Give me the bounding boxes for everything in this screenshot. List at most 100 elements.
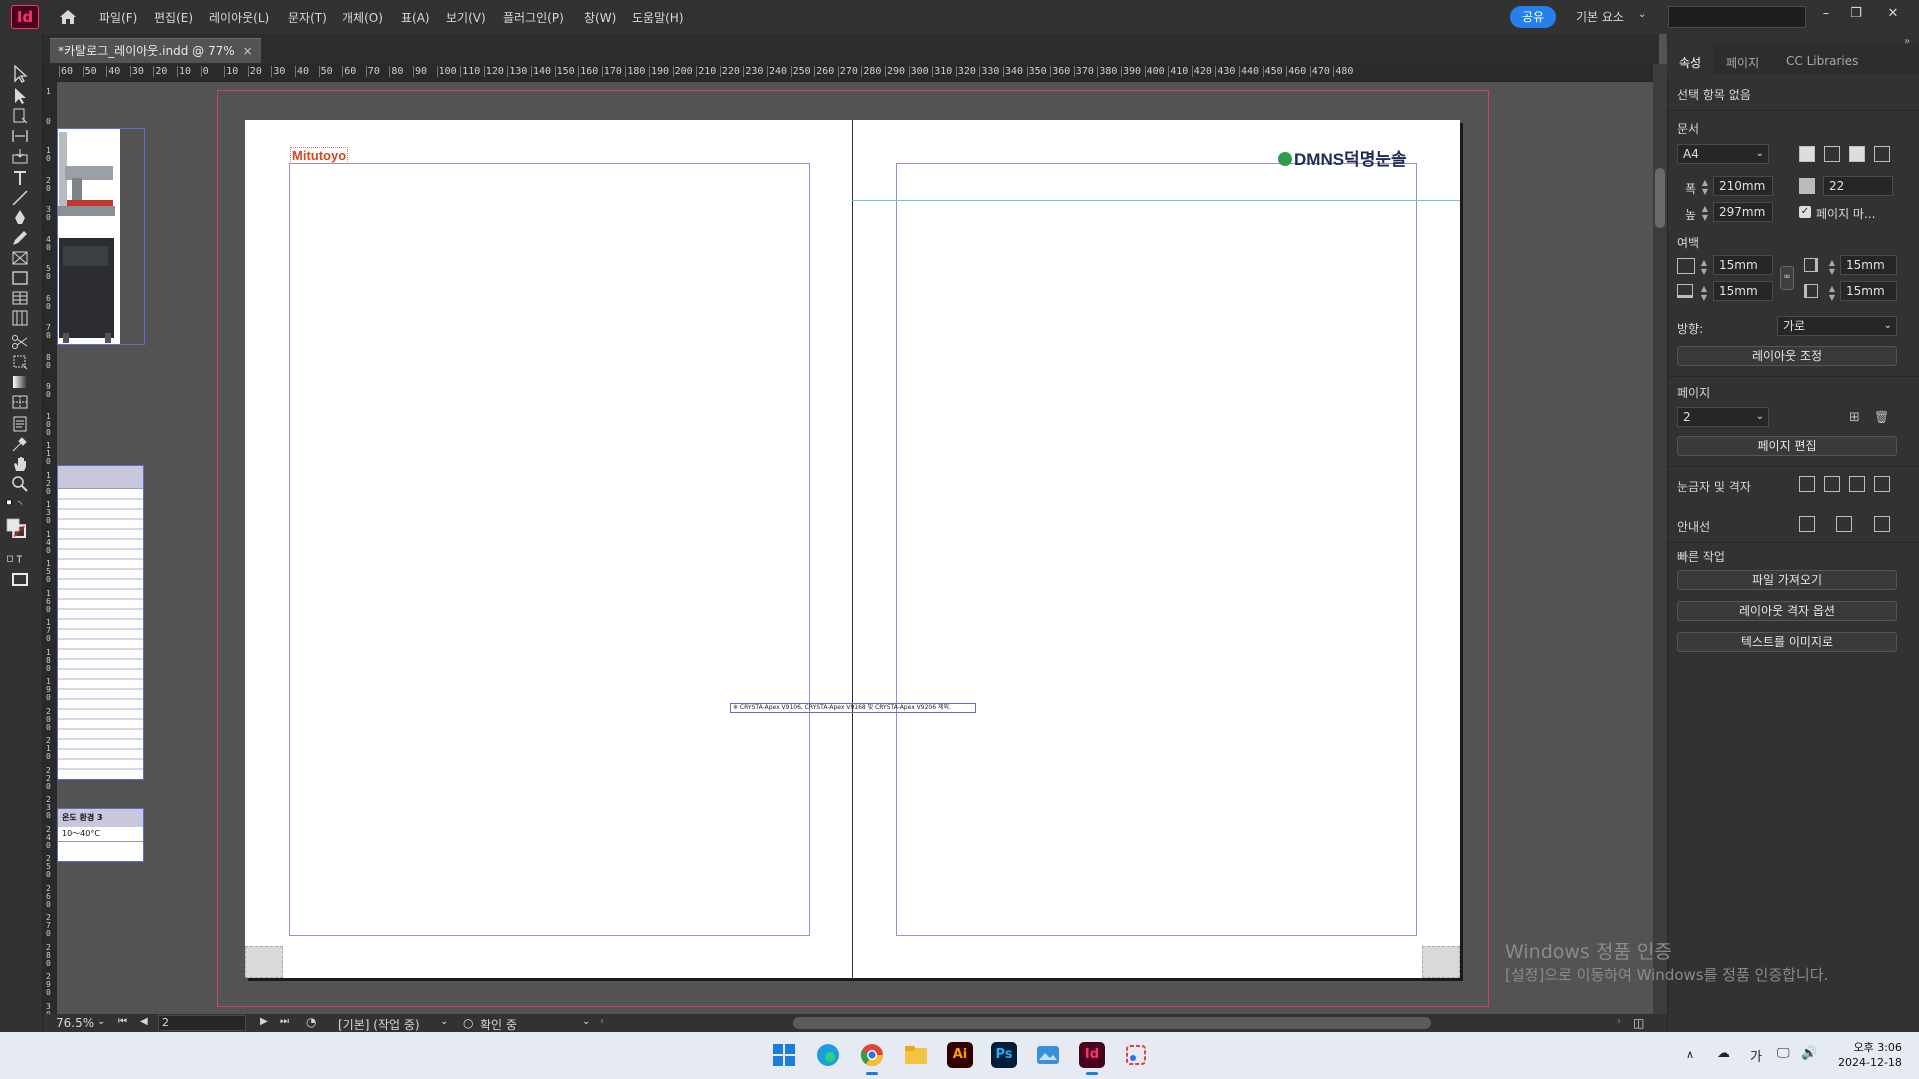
link-margins-icon[interactable]: ∞ bbox=[1780, 266, 1794, 290]
page-tool-icon[interactable] bbox=[10, 106, 32, 126]
home-icon[interactable] bbox=[58, 7, 78, 27]
pencil-tool-icon[interactable] bbox=[10, 228, 32, 248]
scroll-left-icon[interactable]: ‹ bbox=[600, 1016, 604, 1027]
facing-pages-checkbox[interactable]: ✓ bbox=[1799, 206, 1811, 218]
show-guides-icon[interactable] bbox=[1799, 516, 1815, 532]
previous-page-icon[interactable]: ◀ bbox=[140, 1016, 148, 1027]
margin-left-spinner-icon[interactable]: ▲ ▼ bbox=[1827, 284, 1837, 302]
portrait-orientation-icon[interactable] bbox=[1849, 146, 1865, 162]
horizontal-scroll-thumb[interactable] bbox=[793, 1017, 1431, 1029]
placeholder-frame-left[interactable] bbox=[245, 946, 283, 978]
lock-guides-icon[interactable] bbox=[1874, 516, 1890, 532]
ruler-icon[interactable] bbox=[1799, 476, 1815, 492]
menu-table[interactable]: 표(A) bbox=[401, 9, 430, 26]
screen-mode-icon[interactable] bbox=[10, 570, 32, 590]
tab-close-icon[interactable]: × bbox=[243, 44, 253, 58]
preflight-status[interactable]: 확인 중 bbox=[480, 1016, 517, 1033]
horizontal-ruler[interactable]: 60 50 40 30 20 10 0 10 20 30 40 50 60 70 80 90 100 110 120… bbox=[43, 64, 1653, 82]
import-file-button[interactable]: 파일 가져오기 bbox=[1677, 570, 1897, 590]
search-input[interactable] bbox=[1668, 6, 1806, 28]
selection-tool-icon[interactable] bbox=[10, 64, 32, 84]
width-field[interactable]: 210mm bbox=[1713, 176, 1773, 196]
chevron-up-icon[interactable]: ∧ bbox=[1686, 1048, 1694, 1061]
tab-document[interactable]: *카탈로그_레이아웃.indd @ 77% × bbox=[50, 38, 261, 63]
scroll-right-icon[interactable]: › bbox=[1617, 1016, 1621, 1027]
add-page-icon[interactable]: ⊞ bbox=[1849, 410, 1860, 425]
menu-edit[interactable]: 편집(E) bbox=[154, 9, 193, 26]
photoshop-icon[interactable]: Ps bbox=[991, 1042, 1017, 1068]
menu-help[interactable]: 도움말(H) bbox=[632, 9, 684, 26]
close-icon[interactable]: ✕ bbox=[1880, 4, 1906, 24]
open-page-icon[interactable]: ◔ bbox=[306, 1015, 316, 1029]
tab-cc-libraries[interactable]: CC Libraries bbox=[1786, 54, 1858, 68]
gap-tool-icon[interactable] bbox=[10, 126, 32, 146]
menu-window[interactable]: 창(W) bbox=[584, 9, 616, 26]
chevron-down-icon[interactable]: ⌄ bbox=[582, 1016, 590, 1027]
preflight-profile[interactable]: [기본] (작업 중) bbox=[338, 1016, 420, 1033]
trash-icon[interactable]: 🗑 bbox=[1874, 410, 1889, 424]
height-field[interactable]: 297mm bbox=[1713, 202, 1773, 222]
default-colors-icon[interactable] bbox=[6, 496, 36, 516]
page-select[interactable]: 2 ⌄ bbox=[1677, 407, 1769, 427]
last-page-icon[interactable]: ⏭ bbox=[280, 1016, 289, 1027]
temperature-table[interactable]: 온도 환경 3 10～40°C bbox=[57, 808, 144, 862]
scissors-tool-icon[interactable] bbox=[10, 332, 32, 352]
fill-stroke-swatch[interactable] bbox=[6, 518, 30, 542]
tab-properties[interactable]: 속성 bbox=[1679, 54, 1701, 71]
indesign-taskbar-icon[interactable]: Id bbox=[1079, 1042, 1105, 1068]
windows-start-icon[interactable] bbox=[771, 1042, 797, 1068]
margin-top-spinner-icon[interactable]: ▲ ▼ bbox=[1699, 258, 1709, 276]
layout-grid-options-button[interactable]: 레이아웃 격자 옵션 bbox=[1677, 601, 1897, 621]
vertical-ruler[interactable]: 1 0 10 20 30 40 50 60 70 80 90 100 110 120 130 140 150 16… bbox=[43, 82, 57, 1032]
menu-plugins[interactable]: 플러그인(P) bbox=[503, 9, 564, 26]
page-size-select[interactable]: A4 ⌄ bbox=[1677, 144, 1769, 164]
text-to-image-button[interactable]: 텍스트를 이미지로 bbox=[1677, 632, 1897, 652]
zoom-dropdown-icon[interactable]: ⌄ bbox=[97, 1016, 105, 1027]
mitutoyo-logo[interactable]: Mitutoyo bbox=[290, 147, 349, 164]
file-explorer-icon[interactable] bbox=[903, 1042, 929, 1068]
margin-top-field[interactable]: 15mm bbox=[1713, 255, 1773, 275]
chevron-down-icon[interactable]: ⌄ bbox=[1638, 9, 1646, 20]
dmns-logo[interactable]: DMNS덕명눈솔 bbox=[1278, 145, 1407, 170]
panel-collapse-icon[interactable]: » bbox=[1904, 36, 1910, 47]
image-frame[interactable] bbox=[57, 128, 145, 345]
menu-object[interactable]: 개체(O) bbox=[342, 9, 383, 26]
placeholder-frame-right[interactable] bbox=[1422, 946, 1460, 978]
vertical-scroll-thumb[interactable] bbox=[1655, 168, 1665, 228]
tab-pages[interactable]: 페이지 bbox=[1726, 54, 1759, 71]
snipping-tool-icon[interactable] bbox=[1123, 1042, 1149, 1068]
minimize-icon[interactable]: – bbox=[1813, 4, 1839, 24]
width-spinner-icon[interactable]: ▲ ▼ bbox=[1700, 178, 1710, 196]
menu-type[interactable]: 문자(T) bbox=[288, 9, 327, 26]
type-tool-icon[interactable] bbox=[10, 168, 32, 188]
pages-count-field[interactable]: 22 bbox=[1823, 176, 1893, 196]
illustrator-icon[interactable]: Ai bbox=[947, 1042, 973, 1068]
grid-tool-icon[interactable] bbox=[10, 308, 32, 328]
rectangle-tool-icon[interactable] bbox=[10, 268, 32, 288]
pen-tool-icon[interactable] bbox=[10, 208, 32, 228]
share-button[interactable]: 공유 bbox=[1510, 6, 1556, 28]
layout-grid-icon[interactable] bbox=[1874, 476, 1890, 492]
orientation-select[interactable]: 가로 ⌄ bbox=[1777, 316, 1897, 336]
content-collector-icon[interactable] bbox=[10, 146, 32, 166]
menu-layout[interactable]: 레이아웃(L) bbox=[209, 9, 269, 26]
margin-bottom-spinner-icon[interactable]: ▲ ▼ bbox=[1699, 284, 1709, 302]
margin-right-field[interactable]: 15mm bbox=[1840, 255, 1897, 275]
free-transform-tool-icon[interactable] bbox=[10, 352, 32, 372]
formatting-container-icon[interactable] bbox=[6, 550, 36, 570]
ime-indicator[interactable]: 가 bbox=[1750, 1046, 1762, 1065]
margin-bottom-field[interactable]: 15mm bbox=[1713, 281, 1773, 301]
chevron-down-icon[interactable]: ⌄ bbox=[440, 1016, 448, 1027]
adjust-layout-button[interactable]: 레이아웃 조정 bbox=[1677, 346, 1897, 366]
direct-selection-tool-icon[interactable] bbox=[10, 86, 32, 106]
zoom-tool-icon[interactable] bbox=[10, 474, 32, 494]
gradient-tool-icon[interactable] bbox=[10, 372, 32, 392]
workspace-switcher[interactable]: 기본 요소 bbox=[1576, 8, 1624, 25]
split-window-icon[interactable]: ◫ bbox=[1633, 1016, 1644, 1030]
margin-left-field[interactable]: 15mm bbox=[1840, 281, 1897, 301]
menu-file[interactable]: 파일(F) bbox=[99, 9, 137, 26]
baseline-grid-icon[interactable] bbox=[1824, 476, 1840, 492]
hand-tool-icon[interactable] bbox=[10, 454, 32, 474]
note-tool-icon[interactable] bbox=[10, 414, 32, 434]
height-spinner-icon[interactable]: ▲ ▼ bbox=[1700, 204, 1710, 222]
